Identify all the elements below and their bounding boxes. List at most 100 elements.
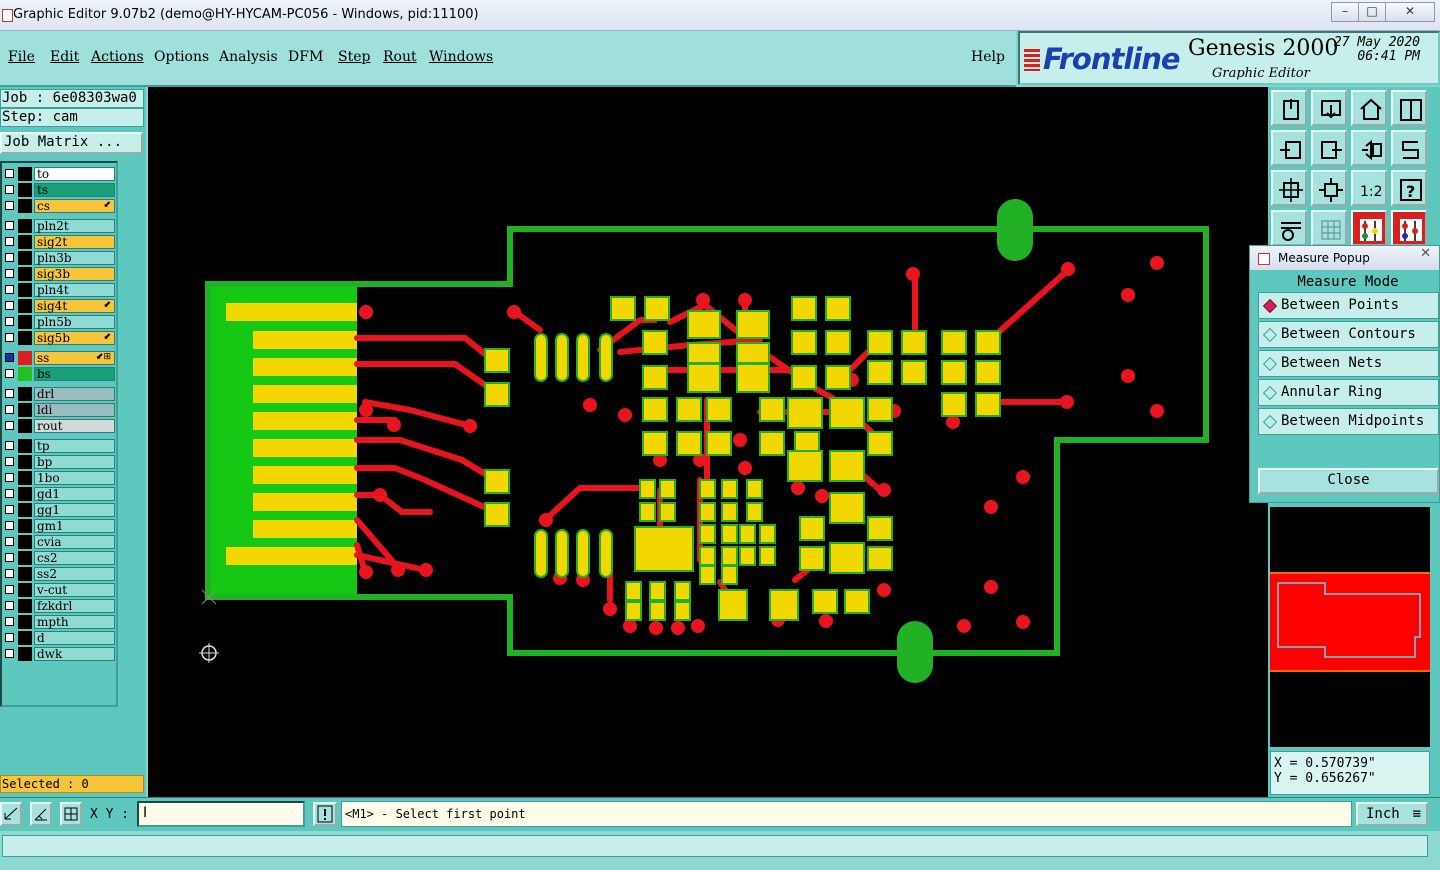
layer-name[interactable]: v-cut bbox=[34, 583, 115, 597]
layer-checkbox[interactable] bbox=[5, 237, 14, 246]
layer-color-box[interactable] bbox=[18, 535, 32, 549]
layer-color-box[interactable] bbox=[18, 283, 32, 297]
layer-row-sig4t[interactable]: sig4t ⬋ bbox=[2, 299, 116, 313]
layer-row-d[interactable]: d bbox=[2, 631, 116, 645]
settings-icon[interactable] bbox=[1271, 210, 1307, 246]
snap-icon[interactable] bbox=[0, 802, 22, 826]
option-between-contours[interactable]: Between Contours bbox=[1258, 321, 1439, 348]
layer-name[interactable]: gm1 bbox=[34, 519, 115, 533]
layer-row-tp[interactable]: tp bbox=[2, 439, 116, 453]
layer-name[interactable]: ss ⬋⊞ bbox=[34, 351, 115, 365]
menu-dfm[interactable]: DFM bbox=[288, 49, 323, 65]
layer-checkbox[interactable] bbox=[5, 201, 14, 210]
layer-name[interactable]: pln3b bbox=[34, 251, 115, 265]
layer-color-box[interactable] bbox=[18, 615, 32, 629]
layer-row-gm1[interactable]: gm1 bbox=[2, 519, 116, 533]
layer-row-pln3b[interactable]: pln3b bbox=[2, 251, 116, 265]
layer-row-sig3b[interactable]: sig3b bbox=[2, 267, 116, 281]
layer-name[interactable]: cs ⬋ bbox=[34, 199, 115, 213]
layer-row-pln4t[interactable]: pln4t bbox=[2, 283, 116, 297]
layer-name[interactable]: tp bbox=[34, 439, 115, 453]
layer-name[interactable]: rout bbox=[34, 419, 115, 433]
layer-name[interactable]: sig4t ⬋ bbox=[34, 299, 115, 313]
layer-name[interactable]: pln2t bbox=[34, 219, 115, 233]
layer-name[interactable]: to bbox=[34, 167, 115, 181]
layer-row-sig2t[interactable]: sig2t bbox=[2, 235, 116, 249]
layer-color-box[interactable] bbox=[18, 387, 32, 401]
menu-actions[interactable]: Actions bbox=[91, 49, 144, 65]
layer-name[interactable]: gd1 bbox=[34, 487, 115, 501]
layer-name[interactable]: ts bbox=[34, 183, 115, 197]
layer-color-box[interactable] bbox=[18, 403, 32, 417]
minimize-button[interactable]: – bbox=[1331, 2, 1359, 22]
maximize-button[interactable]: □ bbox=[1358, 2, 1386, 22]
layer-color-box[interactable] bbox=[18, 235, 32, 249]
layer-name[interactable]: dwk bbox=[34, 647, 115, 661]
zoom-home-icon[interactable] bbox=[1271, 90, 1307, 126]
layer-row-ldi[interactable]: ldi bbox=[2, 403, 116, 417]
menu-step[interactable]: Step bbox=[338, 49, 370, 65]
layer-color-box[interactable] bbox=[18, 551, 32, 565]
menu-help[interactable]: Help bbox=[971, 49, 1005, 65]
layer-checkbox[interactable] bbox=[5, 489, 14, 498]
layer-color-box[interactable] bbox=[18, 167, 32, 181]
angle-icon[interactable] bbox=[30, 802, 52, 826]
layer-color-box[interactable] bbox=[18, 631, 32, 645]
alert-icon[interactable] bbox=[313, 802, 337, 826]
undo-zoom-icon[interactable] bbox=[1351, 130, 1387, 166]
command-line[interactable] bbox=[2, 835, 1428, 857]
layer-name[interactable]: bs bbox=[34, 367, 115, 381]
redraw-icon[interactable] bbox=[1391, 130, 1427, 166]
layer-color-box[interactable] bbox=[18, 351, 32, 365]
layer-checkbox[interactable] bbox=[5, 185, 14, 194]
layer-row-cs[interactable]: cs ⬋ bbox=[2, 199, 116, 213]
layer-name[interactable]: gg1 bbox=[34, 503, 115, 517]
layer-name[interactable]: sig5b ⬋ bbox=[34, 331, 115, 345]
layer-name[interactable]: sig2t bbox=[34, 235, 115, 249]
layer-row-gd1[interactable]: gd1 bbox=[2, 487, 116, 501]
menu-windows[interactable]: Windows bbox=[429, 49, 493, 65]
layer-checkbox[interactable] bbox=[5, 649, 14, 658]
layer-name[interactable]: ss2 bbox=[34, 567, 115, 581]
layer-checkbox[interactable] bbox=[5, 353, 14, 362]
layer-color-box[interactable] bbox=[18, 419, 32, 433]
layer-checkbox[interactable] bbox=[5, 457, 14, 466]
layer-color-box[interactable] bbox=[18, 299, 32, 313]
layer-row-cs2[interactable]: cs2 bbox=[2, 551, 116, 565]
menu-analysis[interactable]: Analysis bbox=[219, 49, 278, 65]
help-icon[interactable]: ? bbox=[1391, 170, 1427, 206]
layer-name[interactable]: pln5b bbox=[34, 315, 115, 329]
layer-color-box[interactable] bbox=[18, 367, 32, 381]
unit-selector[interactable]: Inch ≡ bbox=[1356, 802, 1428, 826]
layer-checkbox[interactable] bbox=[5, 421, 14, 430]
layer-name[interactable]: mpth bbox=[34, 615, 115, 629]
layer-checkbox[interactable] bbox=[5, 369, 14, 378]
layer-row-rout[interactable]: rout bbox=[2, 419, 116, 433]
layer-checkbox[interactable] bbox=[5, 473, 14, 482]
layer-row-sig5b[interactable]: sig5b ⬋ bbox=[2, 331, 116, 345]
layer-checkbox[interactable] bbox=[5, 317, 14, 326]
layer-name[interactable]: 1bo bbox=[34, 471, 115, 485]
layer-name[interactable]: drl bbox=[34, 387, 115, 401]
home-icon[interactable] bbox=[1351, 90, 1387, 126]
layer-checkbox[interactable] bbox=[5, 601, 14, 610]
layer-name[interactable]: d bbox=[34, 631, 115, 645]
layer-checkbox[interactable] bbox=[5, 617, 14, 626]
layer-row-to[interactable]: to bbox=[2, 167, 116, 181]
layer-name[interactable]: cvia bbox=[34, 535, 115, 549]
layer-checkbox[interactable] bbox=[5, 633, 14, 642]
layer-color-box[interactable] bbox=[18, 487, 32, 501]
layer-row-mpth[interactable]: mpth bbox=[2, 615, 116, 629]
layer-row-pln5b[interactable]: pln5b bbox=[2, 315, 116, 329]
layer-row-bs[interactable]: bs bbox=[2, 367, 116, 381]
option-between-nets[interactable]: Between Nets bbox=[1258, 350, 1439, 377]
xy-input[interactable]: I bbox=[137, 801, 305, 827]
layer-checkbox[interactable] bbox=[5, 253, 14, 262]
option-annular-ring[interactable]: Annular Ring bbox=[1258, 379, 1439, 406]
layer-color-box[interactable] bbox=[18, 315, 32, 329]
layers-red-icon[interactable] bbox=[1351, 210, 1387, 246]
layer-row-fzkdrl[interactable]: fzkdrl bbox=[2, 599, 116, 613]
layer-row-pln2t[interactable]: pln2t bbox=[2, 219, 116, 233]
menu-rout[interactable]: Rout bbox=[383, 49, 417, 65]
center-icon[interactable] bbox=[1311, 170, 1347, 206]
